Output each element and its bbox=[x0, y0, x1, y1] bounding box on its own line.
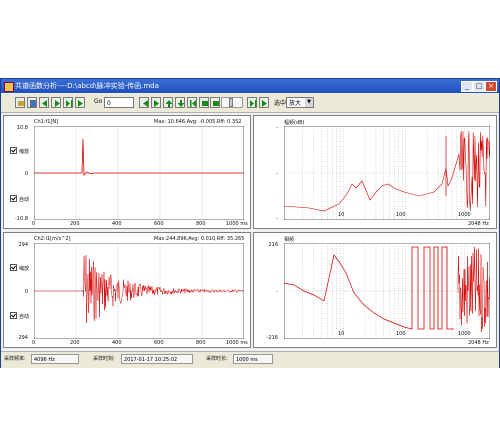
ch1-zoom-label: 缩放 bbox=[19, 149, 30, 155]
ch1-plot[interactable] bbox=[34, 126, 244, 220]
title-bar[interactable]: 共谱函数分析----D:\abcd\脉冲实验-传函.mda _ □ × bbox=[1, 79, 499, 93]
zoom-in-icon[interactable] bbox=[151, 97, 161, 108]
mag-ytick-top: - bbox=[276, 125, 278, 131]
minimize-button[interactable]: _ bbox=[461, 81, 473, 92]
phase-header: 相频 bbox=[284, 237, 295, 243]
ch1-zoom-checkbox[interactable]: 缩放 bbox=[10, 147, 30, 155]
arrow-up-icon[interactable] bbox=[163, 97, 173, 108]
mag-header: 幅频(dB) bbox=[284, 120, 305, 126]
ch2-xtick: 200 bbox=[70, 340, 80, 346]
sample-length-label: 采样时长: bbox=[206, 356, 228, 362]
toolbar: Go 0 选中 放大 ▼ bbox=[1, 94, 499, 113]
ch1-auto-label: 自动 bbox=[19, 197, 30, 203]
arrow-down-icon[interactable] bbox=[175, 97, 185, 108]
ch2-header-left: Ch2:l1[m/s^2] bbox=[34, 236, 71, 242]
last-icon[interactable] bbox=[259, 97, 269, 108]
chevron-down-icon[interactable]: ▼ bbox=[305, 98, 313, 107]
phase-xtick: 100 bbox=[396, 331, 406, 337]
ch2-xtick: 600 bbox=[154, 340, 164, 346]
magnitude-plot[interactable] bbox=[284, 126, 490, 220]
ch1-xtick: 400 bbox=[112, 221, 122, 227]
mag-ytick-bottom: - bbox=[276, 216, 278, 222]
mag-xtick: 100 bbox=[396, 212, 406, 218]
go-input[interactable]: 0 bbox=[104, 97, 134, 108]
magnitude-panel: 幅频(dB) - - - 10 100 1000 2048 Hz bbox=[253, 115, 497, 229]
ch1-header-right: Max: 10.646,Avg: -0.005,Rff: 0.352 bbox=[154, 119, 242, 125]
ch2-auto-checkbox[interactable]: 自动 bbox=[10, 312, 30, 320]
maximize-button[interactable]: □ bbox=[473, 81, 485, 92]
ch2-ytick-top: 294 bbox=[18, 242, 28, 248]
ch2-xtick: 0 bbox=[32, 340, 36, 346]
ch2-header-right: Max:244.896,Avg: 0.010,Rff: 35.265 bbox=[154, 236, 245, 242]
app-icon bbox=[4, 82, 14, 92]
phase-xtick: 10 bbox=[338, 331, 345, 337]
ch2-xtick: 800 bbox=[196, 340, 206, 346]
ch1-xtick: 800 bbox=[196, 221, 206, 227]
ch1-time-panel: Ch1:f1[N] Max: 10.646,Avg: -0.005,Rff: 0… bbox=[3, 115, 251, 229]
sample-rate-value: 4096 Hz bbox=[31, 354, 79, 364]
open-icon[interactable] bbox=[15, 97, 25, 108]
phase-xtick: 1000 bbox=[458, 331, 471, 337]
pause-icon[interactable] bbox=[247, 97, 257, 108]
ch2-zoom-checkbox[interactable]: 缩放 bbox=[10, 264, 30, 272]
window-title: 共谱函数分析----D:\abcd\脉冲实验-传函.mda bbox=[15, 82, 159, 90]
ch2-zoom-label: 缩放 bbox=[19, 266, 30, 272]
select-label: 选中 bbox=[274, 100, 287, 107]
phase-xtick: 2048 Hz bbox=[468, 340, 489, 346]
mode-select-value: 放大 bbox=[289, 100, 302, 107]
status-bar: 采样频率: 4096 Hz 采样时刻: 2017-01-17 10:25:02 … bbox=[1, 351, 499, 368]
play-icon[interactable] bbox=[51, 97, 61, 108]
mag-xtick: 10 bbox=[338, 212, 345, 218]
mag-xtick: 1000 bbox=[458, 212, 471, 218]
ch1-ytick-mid: 0 bbox=[24, 171, 28, 177]
save-icon[interactable] bbox=[27, 97, 37, 108]
first-icon[interactable] bbox=[187, 97, 197, 108]
ch1-ytick-bottom: -10.8 bbox=[15, 216, 28, 222]
step-back-icon[interactable] bbox=[139, 97, 149, 108]
close-button[interactable]: × bbox=[485, 81, 497, 92]
ch2-time-panel: Ch2:l1[m/s^2] Max:244.896,Avg: 0.010,Rff… bbox=[3, 232, 251, 348]
ch1-xtick: 600 bbox=[154, 221, 164, 227]
phase-ytick-top: 216 bbox=[268, 242, 278, 248]
prev-frame-icon[interactable] bbox=[39, 97, 49, 108]
phase-panel: 相频 216 - -216 10 100 1000 2048 Hz bbox=[253, 232, 497, 348]
go-label: Go bbox=[94, 98, 103, 105]
sample-rate-label: 采样频率: bbox=[4, 356, 26, 362]
ch2-ytick-mid: 0 bbox=[24, 289, 28, 295]
ch2-ytick-bottom: -294 bbox=[16, 335, 28, 341]
mag-xtick: 2048 Hz bbox=[468, 221, 489, 227]
sample-time-value: 2017-01-17 10:25:02 bbox=[121, 354, 193, 364]
sample-length-value: 1000 ms bbox=[233, 354, 273, 364]
ch1-xtick: 0 bbox=[32, 221, 36, 227]
app-window: 共谱函数分析----D:\abcd\脉冲实验-传函.mda _ □ × Go 0… bbox=[0, 78, 500, 368]
ch2-plot[interactable] bbox=[34, 243, 244, 339]
ch2-xtick: 400 bbox=[112, 340, 122, 346]
mode-select[interactable]: 放大 ▼ bbox=[286, 97, 314, 108]
stop-icon[interactable] bbox=[199, 97, 209, 108]
ch2-auto-label: 自动 bbox=[19, 314, 30, 320]
ch2-xtick: 1000 ms bbox=[226, 340, 248, 346]
ch1-xtick: 1000 ms bbox=[226, 221, 248, 227]
next-frame-icon[interactable] bbox=[63, 97, 73, 108]
sample-time-label: 采样时刻: bbox=[93, 356, 115, 362]
ch1-header-left: Ch1:f1[N] bbox=[34, 119, 59, 125]
phase-ytick-mid: - bbox=[276, 289, 278, 295]
record-icon[interactable] bbox=[210, 97, 220, 108]
phase-ytick-bottom: -216 bbox=[266, 335, 278, 341]
mag-ytick-mid: - bbox=[276, 171, 278, 177]
ch1-ytick-top: 10.8 bbox=[16, 125, 28, 131]
slider-thumb[interactable] bbox=[229, 98, 233, 107]
ch1-xtick: 200 bbox=[70, 221, 80, 227]
step-forward-icon[interactable] bbox=[75, 97, 85, 108]
ch1-auto-checkbox[interactable]: 自动 bbox=[10, 195, 30, 203]
phase-plot[interactable] bbox=[284, 243, 490, 339]
